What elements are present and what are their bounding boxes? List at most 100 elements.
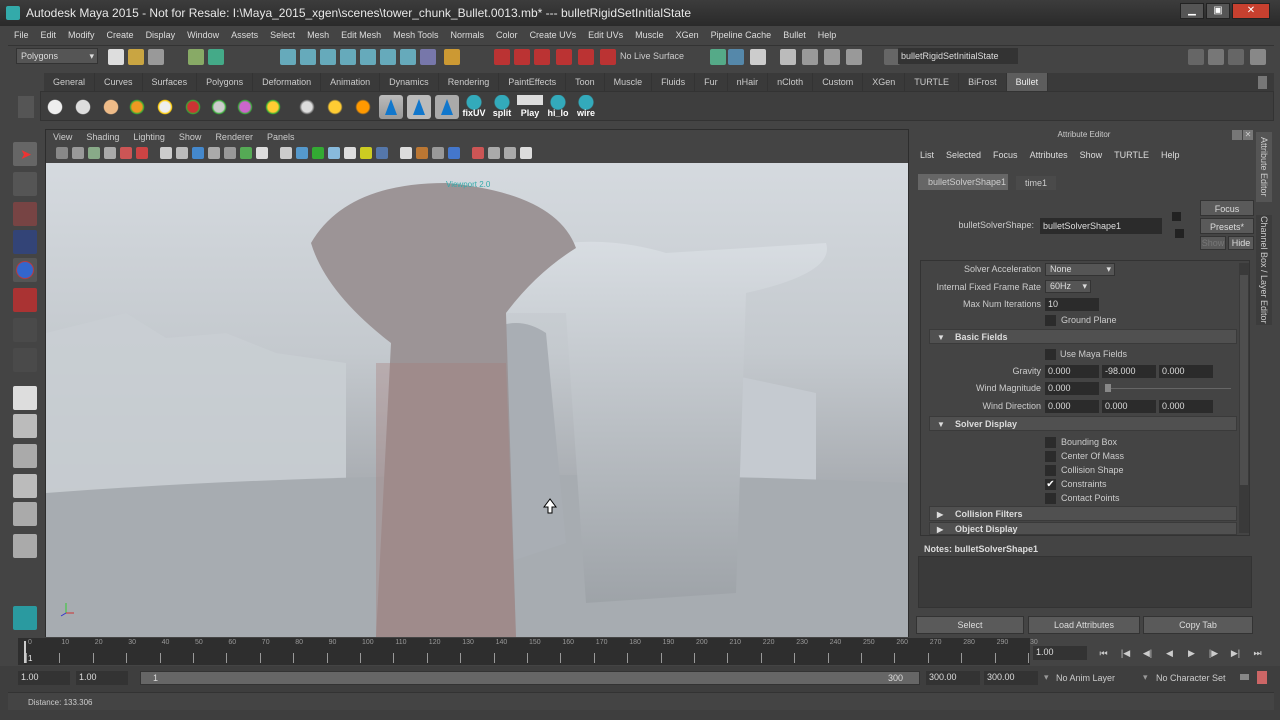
wire-button[interactable]: wire [573,95,599,119]
viewport-menu-panels[interactable]: Panels [260,130,302,144]
gravity-y-field[interactable]: -98.000 [1102,365,1156,378]
shelf-tab-painteffects[interactable]: PaintEffects [499,73,567,91]
playback-button-0[interactable]: ⏮ [1094,645,1113,661]
tab-time1[interactable]: time1 [1016,176,1056,190]
menu-mesh[interactable]: Mesh [301,27,335,44]
viewport-tool-icon[interactable] [224,147,236,159]
viewport-tool-icon[interactable] [120,147,132,159]
magnet-icon[interactable] [514,49,530,65]
select-target-icon[interactable] [323,95,347,119]
playback-button-7[interactable]: ⏭ [1248,645,1267,661]
snap-grid-icon[interactable] [280,49,296,65]
3d-viewport[interactable]: Viewport 2.0 [46,163,908,637]
presets-button[interactable]: Presets* [1200,218,1254,234]
shelf-tab-animation[interactable]: Animation [321,73,381,91]
menu-bullet[interactable]: Bullet [777,27,812,44]
menu-xgen[interactable]: XGen [670,27,705,44]
attribute-scrollbar[interactable] [1239,263,1249,533]
menu-assets[interactable]: Assets [225,27,264,44]
viewport-tool-icon[interactable] [72,147,84,159]
menu-muscle[interactable]: Muscle [629,27,670,44]
history-icon[interactable] [494,49,510,65]
playback-button-1[interactable]: |◀ [1116,645,1135,661]
constraints-checkbox[interactable]: ✔ [1045,479,1056,490]
shelf-tab-rendering[interactable]: Rendering [439,73,500,91]
center-of-mass-checkbox[interactable] [1045,451,1056,462]
anim-layer-dropdown[interactable]: No Anim Layer [1056,673,1115,683]
wind-direction-y-field[interactable]: 0.000 [1102,400,1156,413]
viewport-tool-icon[interactable] [240,147,252,159]
shelf-tab-dynamics[interactable]: Dynamics [380,73,439,91]
four-view-layout-icon[interactable] [13,414,37,438]
scene-start-field[interactable]: 1.00 [18,671,70,685]
xgen-icon[interactable] [13,606,37,630]
snap-point-icon[interactable] [320,49,336,65]
bounding-box-checkbox[interactable] [1045,437,1056,448]
max-iterations-field[interactable]: 10 [1045,298,1099,311]
menu-normals[interactable]: Normals [445,27,491,44]
key-icon[interactable] [1240,674,1249,680]
ae-menu-selected[interactable]: Selected [940,148,987,162]
snap-curve-icon[interactable] [300,49,316,65]
viewport-tool-icon[interactable] [488,147,500,159]
menu-mesh-tools[interactable]: Mesh Tools [387,27,444,44]
ground-plane-checkbox[interactable] [1045,315,1056,326]
live-surface-icon[interactable] [600,49,616,65]
viewport-tool-icon[interactable] [360,147,372,159]
load-attributes-button[interactable]: Load Attributes [1028,616,1140,634]
viewport-menu-shading[interactable]: Shading [79,130,126,144]
viewport-tool-icon[interactable] [176,147,188,159]
solver-acceleration-dropdown[interactable]: None ▾ [1045,263,1115,276]
shelf-tab-general[interactable]: General [44,73,96,91]
collision-shape-checkbox[interactable] [1045,465,1056,476]
shelf-tab-bifrost[interactable]: BiFrost [959,73,1007,91]
viewport-tool-icon[interactable] [376,147,388,159]
new-scene-icon[interactable] [108,49,124,65]
viewport-tool-icon[interactable] [208,147,220,159]
frame-rate-dropdown[interactable]: 60Hz ▾ [1045,280,1091,293]
viewport-tool-icon[interactable] [136,147,148,159]
snap-view-icon[interactable] [380,49,396,65]
copy-tab-button[interactable]: Copy Tab [1143,616,1253,634]
maximize-button[interactable]: ▣ [1206,3,1230,19]
focus-button[interactable]: Focus [1200,200,1254,216]
viewport-tool-icon[interactable] [504,147,516,159]
menu-file[interactable]: File [8,27,35,44]
modeling-toolkit-icon[interactable] [1188,49,1204,65]
gravity-x-field[interactable]: 0.000 [1045,365,1099,378]
menu-window[interactable]: Window [181,27,225,44]
bowling-ball-icon[interactable] [71,95,95,119]
viewport-tool-icon[interactable] [104,147,116,159]
viewport-menu-view[interactable]: View [46,130,79,144]
rigid-body-icon[interactable] [99,95,123,119]
viewport-tool-icon[interactable] [160,147,172,159]
viewport-tool-icon[interactable] [400,147,412,159]
selection-field[interactable]: bulletRigidSetInitialState [898,48,1018,64]
trash-icon[interactable] [1258,76,1267,89]
side-tab-attribute-editor[interactable]: Attribute Editor [1256,132,1272,202]
node-name-field[interactable]: bulletSolverShape1 [1040,218,1162,234]
shelf-tab-xgen[interactable]: XGen [863,73,906,91]
viewport-tool-icon[interactable] [432,147,444,159]
fixuv-button[interactable]: fixUV [461,95,487,119]
outliner-layout-icon[interactable] [13,444,37,468]
persp-graph-layout-icon[interactable] [13,474,37,498]
close-button[interactable]: ✕ [1232,3,1270,19]
playback-button-6[interactable]: ▶| [1226,645,1245,661]
output-ops-icon[interactable] [728,49,744,65]
ragdoll-icon[interactable] [261,95,285,119]
render-icon[interactable] [802,49,818,65]
shelf-tab-deformation[interactable]: Deformation [253,73,322,91]
menu-color[interactable]: Color [490,27,524,44]
shelf-tab-fur[interactable]: Fur [695,73,728,91]
open-scene-icon[interactable] [128,49,144,65]
lasso-tool-icon[interactable] [13,172,37,196]
paint-constraint-icon[interactable] [233,95,257,119]
viewport-menu-show[interactable]: Show [172,130,209,144]
ae-menu-list[interactable]: List [914,148,940,162]
playback-button-5[interactable]: |▶ [1204,645,1223,661]
shelf-tab-toon[interactable]: Toon [566,73,605,91]
slider-handle[interactable] [1105,384,1111,392]
shelf-tab-curves[interactable]: Curves [95,73,143,91]
input-ops-icon[interactable] [710,49,726,65]
